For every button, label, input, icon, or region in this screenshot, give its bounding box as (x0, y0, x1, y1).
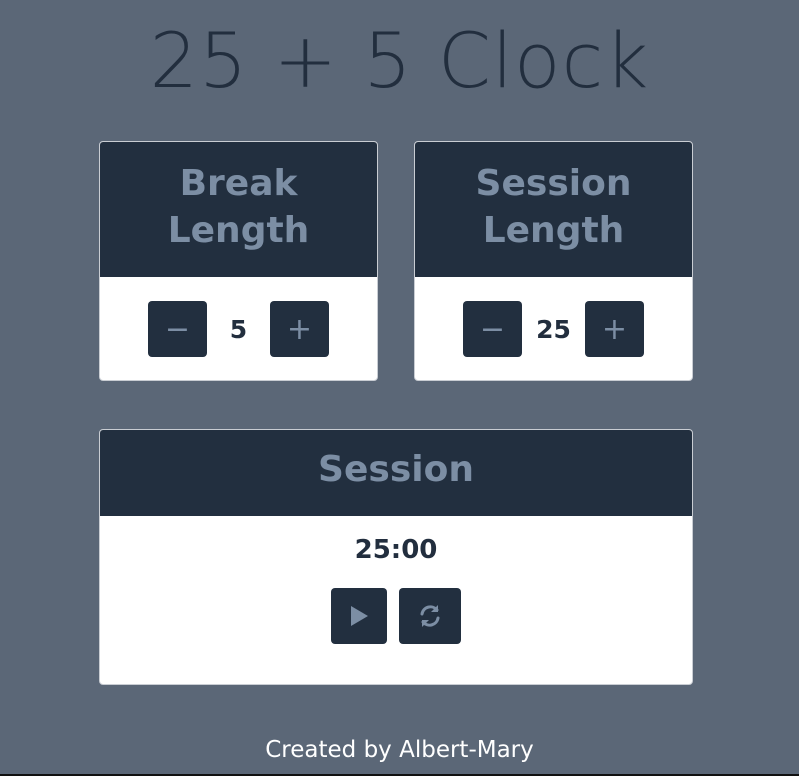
break-label-line2: Length (167, 210, 310, 251)
break-length-card: Break Length − 5 + (99, 141, 378, 381)
timer-controls (100, 588, 692, 644)
break-increment-button[interactable]: + (270, 301, 329, 357)
play-icon (351, 606, 368, 626)
page-title: 25 + 5 Clock (149, 16, 650, 105)
footer-credit: Created by Albert-Mary (265, 737, 534, 763)
session-label-line1: Session (475, 163, 632, 204)
session-length-label: Session Length (415, 142, 692, 277)
reset-button[interactable] (399, 588, 461, 644)
refresh-icon (420, 605, 440, 627)
time-left: 25:00 (354, 535, 438, 565)
session-controls: − 25 + (415, 277, 692, 380)
start-stop-button[interactable] (331, 588, 387, 644)
break-length-value: 5 (229, 314, 248, 344)
break-controls: − 5 + (100, 277, 377, 380)
break-decrement-button[interactable]: − (148, 301, 207, 357)
session-label-line2: Length (482, 210, 625, 251)
break-label-line1: Break (179, 163, 298, 204)
session-length-value: 25 (536, 314, 571, 344)
session-length-card: Session Length − 25 + (414, 141, 693, 381)
timer-label: Session (100, 430, 692, 516)
timer-card: Session 25:00 (99, 429, 693, 685)
session-increment-button[interactable]: + (585, 301, 644, 357)
break-length-label: Break Length (100, 142, 377, 277)
session-decrement-button[interactable]: − (463, 301, 522, 357)
